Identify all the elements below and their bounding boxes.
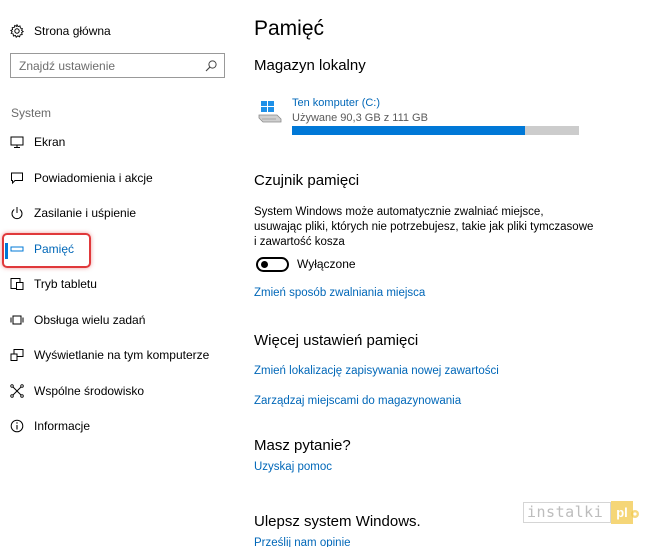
sidebar-item-label: Zasilanie i uśpienie bbox=[34, 206, 137, 220]
storage-sense-toggle-state: Wyłączone bbox=[297, 257, 356, 271]
search-box[interactable]: Znajdź ustawienie bbox=[10, 53, 225, 78]
toggle-knob bbox=[261, 261, 268, 268]
watermark-logo: instalki pl bbox=[523, 500, 641, 526]
heading-more-storage-settings: Więcej ustawień pamięci bbox=[254, 332, 419, 349]
change-save-location-link[interactable]: Zmień lokalizację zapisywania nowej zawa… bbox=[254, 365, 499, 377]
storage-sense-toggle[interactable] bbox=[256, 257, 289, 272]
watermark-gear-icon bbox=[629, 507, 641, 519]
heading-storage-sense: Czujnik pamięci bbox=[254, 172, 360, 189]
drive-name[interactable]: Ten komputer (C:) bbox=[292, 97, 380, 109]
sidebar-item-power[interactable]: Zasilanie i uśpienie bbox=[10, 202, 136, 224]
heading-local-storage: Magazyn lokalny bbox=[254, 57, 366, 74]
selection-indicator bbox=[5, 243, 8, 259]
tablet-icon bbox=[10, 277, 24, 291]
sidebar-item-label: Ekran bbox=[34, 135, 66, 149]
sidebar-item-label: Wyświetlanie na tym komputerze bbox=[34, 348, 210, 362]
multitasking-icon bbox=[10, 313, 24, 327]
nav-home-label: Strona główna bbox=[34, 24, 111, 38]
sidebar-item-storage[interactable]: Pamięć bbox=[10, 238, 74, 260]
shared-icon bbox=[10, 384, 24, 398]
drive-usage-bar bbox=[292, 126, 579, 135]
project-icon bbox=[10, 348, 24, 362]
sidebar-item-label: Pamięć bbox=[34, 242, 75, 256]
sidebar-item-label: Wspólne środowisko bbox=[34, 384, 145, 398]
sidebar-item-display[interactable]: Ekran bbox=[10, 131, 65, 153]
sidebar-item-tablet[interactable]: Tryb tabletu bbox=[10, 273, 97, 295]
gear-icon bbox=[9, 23, 24, 38]
drive-usage-fill bbox=[292, 126, 526, 135]
section-title-system: System bbox=[11, 106, 52, 120]
sidebar: Strona główna Znajdź ustawienie System E… bbox=[0, 0, 240, 547]
page-title: Pamięć bbox=[254, 17, 325, 40]
sidebar-item-multitasking[interactable]: Obsługa wielu zadań bbox=[10, 309, 145, 331]
power-icon bbox=[10, 206, 24, 220]
windows-drive-icon bbox=[258, 100, 284, 126]
sidebar-item-label: Informacje bbox=[34, 419, 91, 433]
get-help-link[interactable]: Uzyskaj pomoc bbox=[254, 461, 332, 473]
manage-storage-spaces-link[interactable]: Zarządzaj miejscami do magazynowania bbox=[254, 395, 461, 407]
sidebar-item-projecting[interactable]: Wyświetlanie na tym komputerze bbox=[10, 344, 209, 366]
storage-icon bbox=[10, 242, 24, 256]
sidebar-item-shared-experiences[interactable]: Wspólne środowisko bbox=[10, 380, 144, 402]
send-feedback-link[interactable]: Prześlij nam opinie bbox=[254, 537, 351, 547]
heading-question: Masz pytanie? bbox=[254, 437, 351, 454]
sidebar-item-label: Powiadomienia i akcje bbox=[34, 171, 153, 185]
sidebar-item-about[interactable]: Informacje bbox=[10, 415, 90, 437]
storage-sense-description: System Windows może automatycznie zwalni… bbox=[254, 206, 594, 248]
drive-c[interactable]: Ten komputer (C:) Używane 90,3 GB z 111 … bbox=[258, 96, 428, 126]
nav-home[interactable]: Strona główna bbox=[9, 20, 111, 42]
notification-icon bbox=[10, 171, 24, 185]
heading-improve-windows: Ulepsz system Windows. bbox=[254, 513, 421, 530]
monitor-icon bbox=[10, 135, 24, 149]
main-content: Pamięć Magazyn lokalny Ten komputer (C:)… bbox=[254, 0, 654, 547]
sidebar-item-notifications[interactable]: Powiadomienia i akcje bbox=[10, 167, 153, 189]
sidebar-item-label: Obsługa wielu zadań bbox=[34, 313, 146, 327]
watermark-text: instalki bbox=[523, 502, 611, 523]
change-free-space-link[interactable]: Zmień sposób zwalniania miejsca bbox=[254, 287, 425, 299]
sidebar-item-label: Tryb tabletu bbox=[34, 277, 97, 291]
info-icon bbox=[10, 419, 24, 433]
drive-usage: Używane 90,3 GB z 111 GB bbox=[292, 112, 428, 124]
search-icon[interactable] bbox=[204, 59, 218, 73]
search-input[interactable]: Znajdź ustawienie bbox=[11, 59, 204, 73]
